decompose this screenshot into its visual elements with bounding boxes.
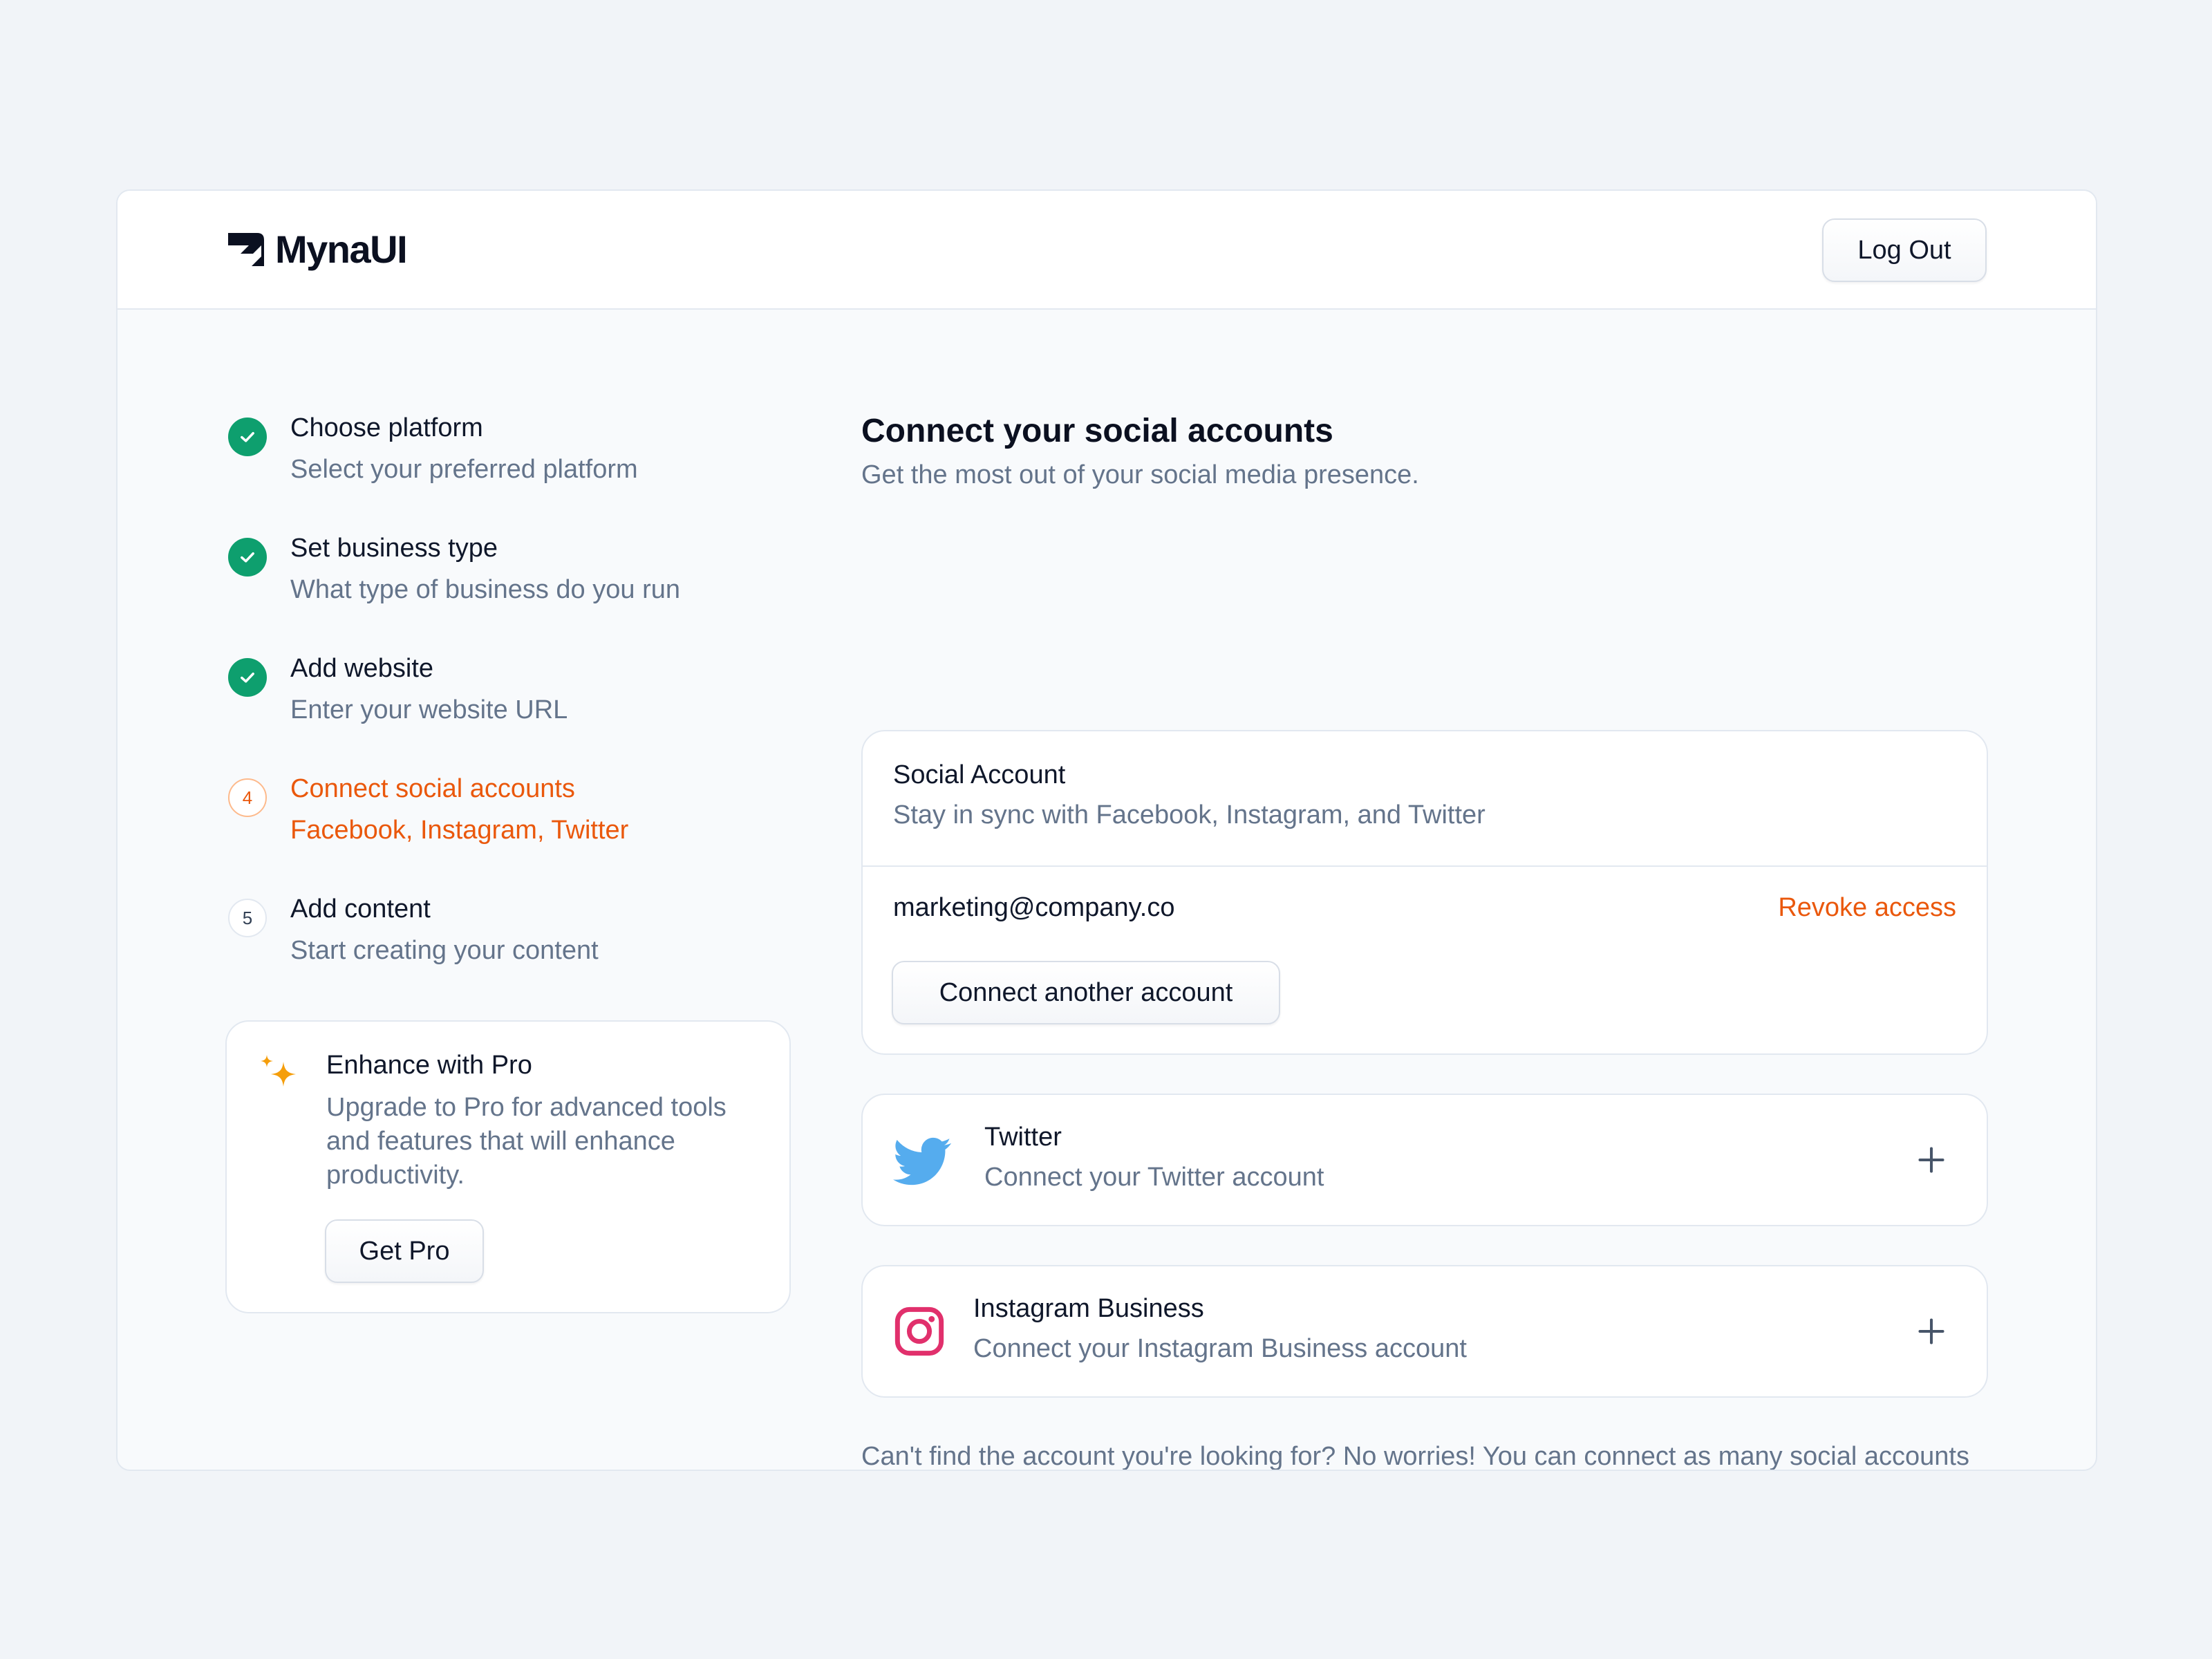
twitter-integration-card[interactable]: Twitter Connect your Twitter account — [861, 1094, 1988, 1226]
step-connect-social-accounts[interactable]: 4 Connect social accounts Facebook, Inst… — [228, 774, 781, 857]
brand-name: MynaUI — [275, 227, 408, 271]
step-subtitle: What type of business do you run — [290, 575, 680, 604]
step-set-business-type[interactable]: Set business type What type of business … — [228, 534, 781, 617]
integration-description: Connect your Twitter account — [984, 1163, 1324, 1192]
plus-icon[interactable] — [1916, 1316, 1947, 1347]
step-title: Connect social accounts — [290, 774, 575, 803]
app-window: MynaUI Log Out Choose platform Select yo… — [116, 189, 2097, 1471]
integration-description: Connect your Instagram Business account — [973, 1334, 1467, 1363]
step-title: Add content — [290, 894, 431, 924]
myna-logo-icon — [228, 232, 264, 266]
social-account-header: Social Account Stay in sync with Faceboo… — [863, 731, 1987, 867]
step-choose-platform[interactable]: Choose platform Select your preferred pl… — [228, 413, 781, 496]
step-add-website[interactable]: Add website Enter your website URL — [228, 654, 781, 737]
step-number-badge: 5 — [228, 899, 267, 937]
pro-description: Upgrade to Pro for advanced tools and fe… — [326, 1093, 727, 1190]
revoke-access-link[interactable]: Revoke access — [1778, 893, 1956, 923]
social-account-title: Social Account — [893, 760, 1066, 789]
step-add-content[interactable]: 5 Add content Start creating your conten… — [228, 894, 781, 977]
logout-button[interactable]: Log Out — [1822, 218, 1987, 282]
help-note: Can't find the account you're looking fo… — [861, 1442, 1969, 1471]
check-circle-icon — [228, 418, 267, 456]
integration-name: Twitter — [984, 1123, 1062, 1152]
check-circle-icon — [228, 658, 267, 697]
get-pro-button[interactable]: Get Pro — [325, 1219, 484, 1283]
step-number-badge: 4 — [228, 778, 267, 817]
step-subtitle: Enter your website URL — [290, 695, 568, 724]
integration-name: Instagram Business — [973, 1294, 1204, 1323]
brand-logo[interactable]: MynaUI — [225, 227, 408, 272]
step-subtitle: Facebook, Instagram, Twitter — [290, 816, 629, 845]
instagram-icon — [894, 1306, 944, 1356]
instagram-integration-card[interactable]: Instagram Business Connect your Instagra… — [861, 1265, 1988, 1398]
pro-upsell-card: Enhance with Pro Upgrade to Pro for adva… — [225, 1020, 791, 1313]
twitter-icon — [893, 1137, 951, 1185]
step-title: Choose platform — [290, 413, 483, 442]
step-subtitle: Select your preferred platform — [290, 455, 638, 484]
connected-account-email: marketing@company.co — [893, 893, 1175, 922]
social-account-card: Social Account Stay in sync with Faceboo… — [861, 730, 1988, 1055]
sparkles-icon — [261, 1055, 296, 1087]
pro-title: Enhance with Pro — [326, 1051, 532, 1080]
connect-another-account-button[interactable]: Connect another account — [892, 961, 1280, 1024]
social-account-subtitle: Stay in sync with Facebook, Instagram, a… — [893, 800, 1485, 830]
step-title: Set business type — [290, 534, 498, 563]
step-title: Add website — [290, 654, 434, 683]
page-title: Connect your social accounts — [861, 413, 1333, 449]
top-bar: MynaUI Log Out — [118, 191, 2096, 310]
step-subtitle: Start creating your content — [290, 936, 599, 965]
plus-icon[interactable] — [1916, 1145, 1947, 1175]
page-subtitle: Get the most out of your social media pr… — [861, 460, 1419, 489]
check-circle-icon — [228, 538, 267, 577]
